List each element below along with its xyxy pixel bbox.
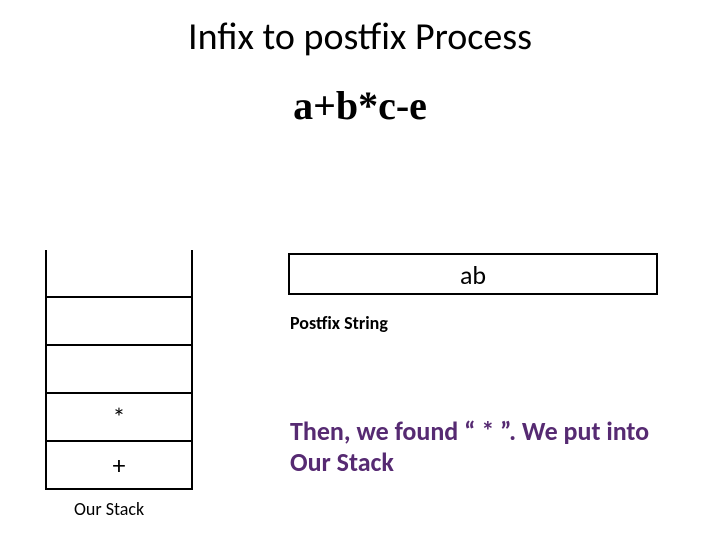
stack-label: Our Stack <box>74 498 144 520</box>
stack-cell <box>45 298 193 346</box>
stack-cell: * <box>45 394 193 442</box>
stack-cell <box>45 346 193 394</box>
slide-title: Infix to postfix Process <box>0 14 720 60</box>
stack-cell: + <box>45 442 193 490</box>
stack-visual: * + <box>45 250 193 490</box>
stack-cell <box>45 250 193 298</box>
infix-expression: a+b*c-e <box>0 82 720 129</box>
step-caption: Then, we found “ * ”. We put into Our St… <box>290 416 690 478</box>
postfix-output-label: Postfix String <box>290 312 388 334</box>
postfix-output-box: ab <box>288 253 658 295</box>
